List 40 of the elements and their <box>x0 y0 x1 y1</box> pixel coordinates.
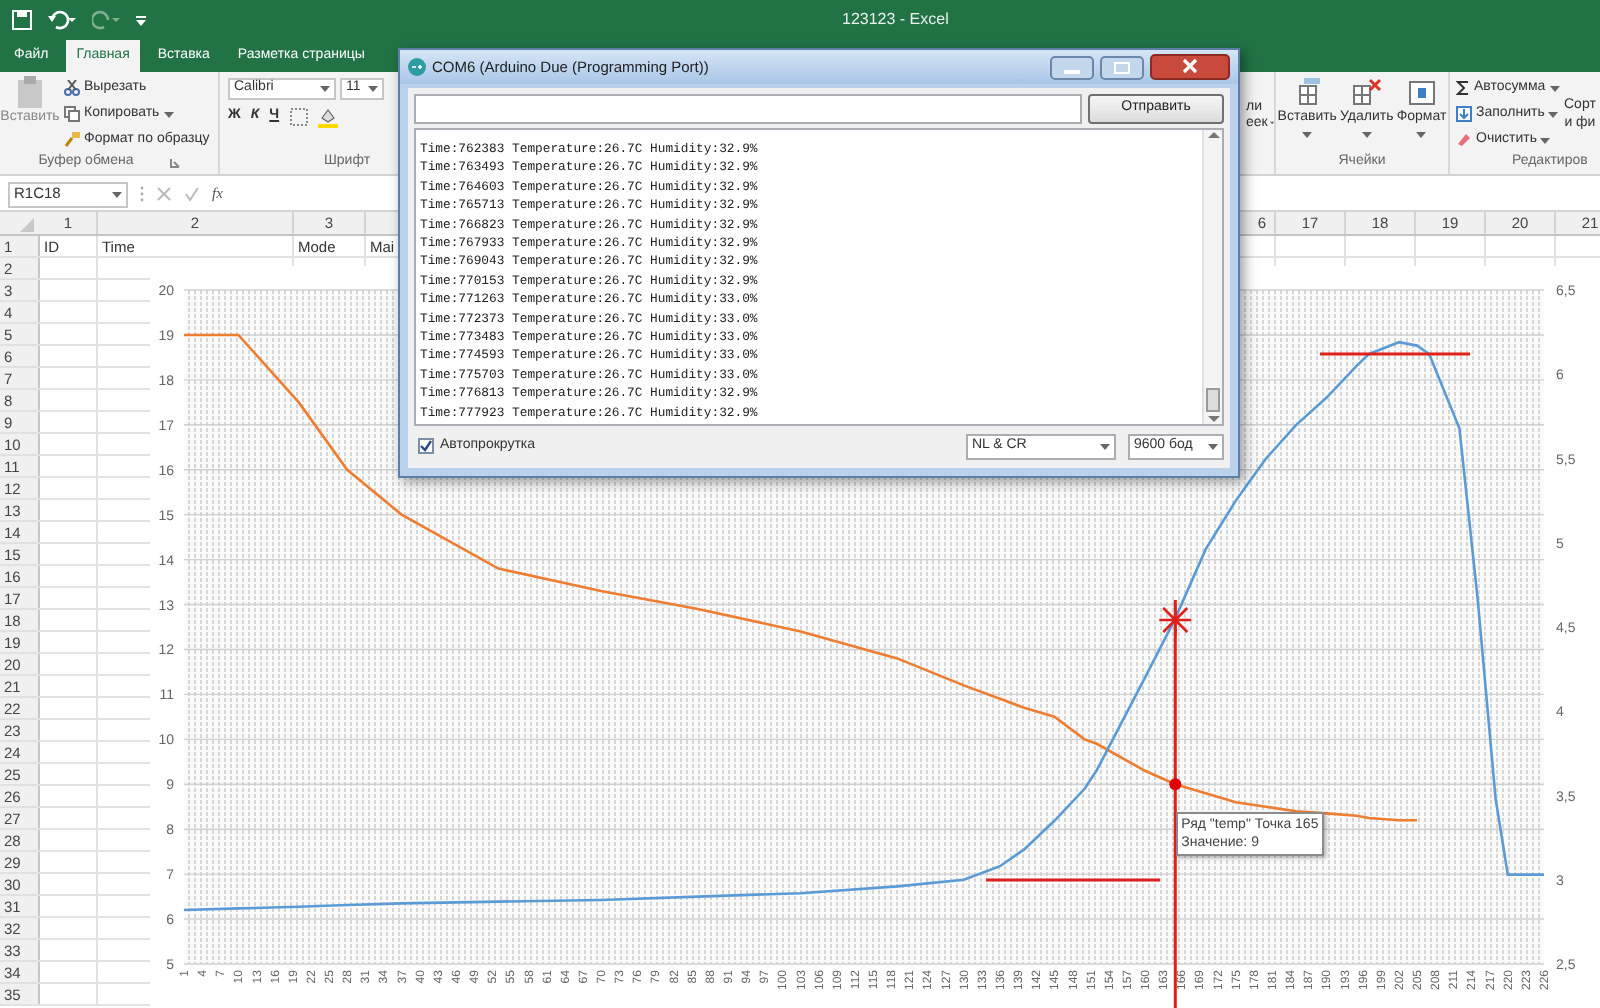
maximize-icon[interactable] <box>1100 55 1144 79</box>
caret-icon <box>163 111 174 117</box>
fill-down-icon <box>1456 106 1472 122</box>
scrollbar[interactable] <box>1202 130 1222 424</box>
cancel-icon[interactable] <box>156 186 172 202</box>
dialog-launcher-icon[interactable] <box>169 158 180 168</box>
caret-icon <box>1361 131 1372 137</box>
input-field[interactable] <box>414 94 1082 124</box>
customize-icon[interactable] <box>136 15 146 25</box>
delete-cells-icon <box>1350 78 1383 106</box>
minimize-icon[interactable] <box>1050 55 1094 79</box>
borders-icon[interactable] <box>289 108 308 126</box>
caret-icon <box>368 86 378 92</box>
enter-icon[interactable] <box>184 186 200 202</box>
caret-icon <box>1416 131 1427 137</box>
caret-icon <box>1302 131 1313 137</box>
caret-icon <box>1540 137 1551 143</box>
close-icon[interactable] <box>1150 54 1230 80</box>
caret-icon <box>1549 85 1560 91</box>
data-point-marker <box>1169 778 1182 791</box>
caret-icon <box>1548 111 1559 117</box>
checkbox[interactable] <box>418 438 434 454</box>
format-cells-icon <box>1405 78 1438 106</box>
fill-color-icon[interactable] <box>317 107 338 127</box>
undo-icon[interactable] <box>48 10 76 30</box>
paintbrush-icon <box>64 132 80 148</box>
sigma-icon <box>1456 80 1470 96</box>
caret-icon <box>1208 443 1218 449</box>
scroll-up-icon[interactable] <box>1207 130 1219 142</box>
scrollbar-thumb[interactable] <box>1206 388 1220 412</box>
eraser-icon <box>1456 132 1472 148</box>
window-title: 123123 - Excel <box>842 8 949 32</box>
save-icon[interactable] <box>12 10 32 30</box>
scissors-icon <box>64 80 80 96</box>
caret-icon <box>1100 443 1110 449</box>
app-icon <box>408 58 426 76</box>
copy-icon <box>64 106 80 122</box>
redo-icon[interactable] <box>92 10 120 30</box>
caret-icon <box>112 191 122 197</box>
caret-icon <box>320 86 330 92</box>
